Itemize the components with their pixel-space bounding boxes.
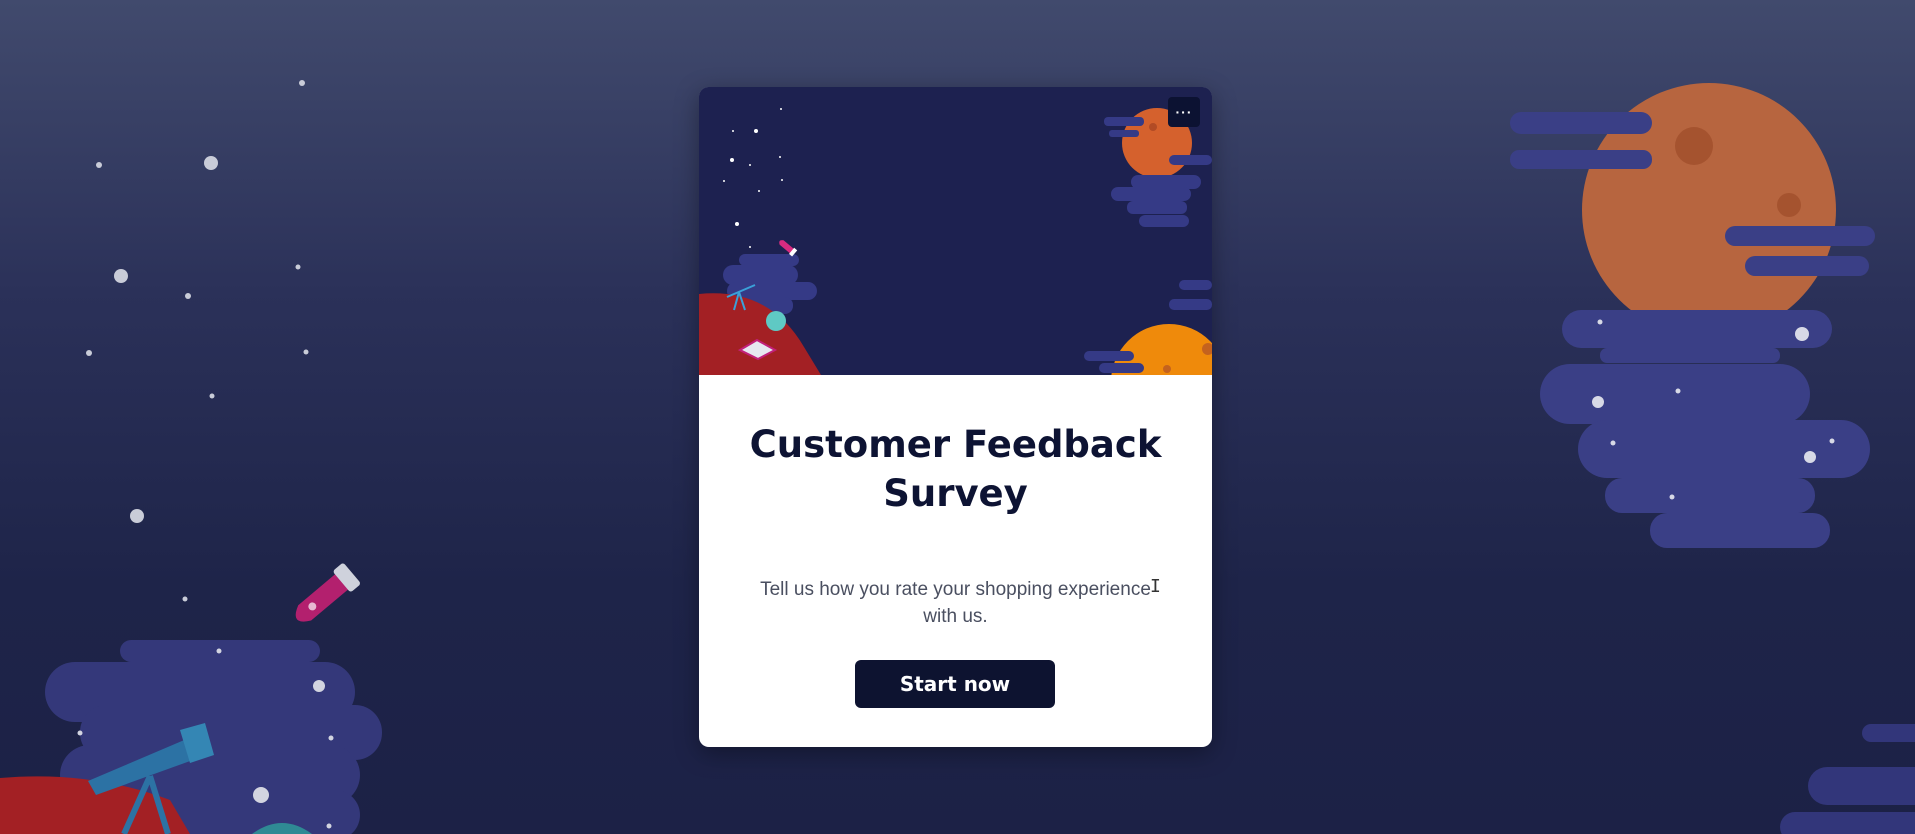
hero-globe xyxy=(766,311,786,331)
more-options-button[interactable]: ··· xyxy=(1168,97,1200,127)
left-stars xyxy=(86,80,309,602)
bottom-right-cloud xyxy=(1780,724,1915,834)
survey-card: ··· Customer Feedback Survey Start now xyxy=(699,87,1212,747)
start-now-button[interactable]: Start now xyxy=(855,660,1055,708)
text-cursor-icon: I xyxy=(1150,576,1161,597)
survey-hero-illustration: ··· xyxy=(699,87,1212,375)
left-rocket xyxy=(295,563,360,622)
survey-title: Customer Feedback Survey xyxy=(749,423,1162,515)
survey-description: Tell us how you rate your shopping exper… xyxy=(760,579,1151,627)
